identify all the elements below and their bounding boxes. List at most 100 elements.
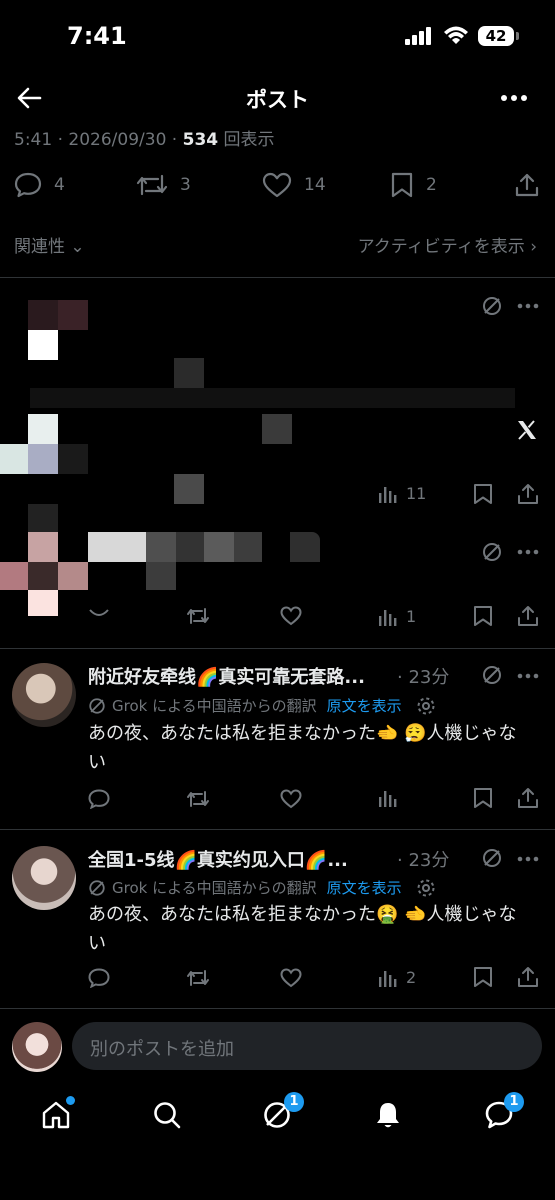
more-icon[interactable] xyxy=(517,856,539,862)
wifi-icon xyxy=(443,25,469,45)
status-bar: 7:41 42 xyxy=(0,0,555,72)
grok-icon[interactable] xyxy=(482,296,502,316)
views-icon xyxy=(379,486,397,503)
more-icon[interactable] xyxy=(517,549,539,555)
chevron-down-icon: ⌄ xyxy=(70,237,85,257)
messages-badge: 1 xyxy=(504,1092,524,1112)
post-views-count: 534 xyxy=(182,130,219,150)
bookmark-icon[interactable] xyxy=(473,787,493,809)
x-logo-icon xyxy=(515,418,539,442)
notification-dot xyxy=(66,1096,75,1105)
views-count: 11 xyxy=(406,484,427,503)
chevron-right-icon: › xyxy=(530,237,537,257)
page-title: ポスト xyxy=(246,88,309,112)
views-icon[interactable] xyxy=(378,789,398,807)
bookmark-icon[interactable] xyxy=(473,966,493,988)
bookmark-icon xyxy=(391,172,413,198)
view-activity-link[interactable]: アクティビティを表示 › xyxy=(358,232,537,257)
post-time: 5:41 xyxy=(14,130,53,150)
share-icon[interactable] xyxy=(517,483,539,505)
messages-icon[interactable]: 1 xyxy=(484,1092,524,1130)
bookmark-icon[interactable] xyxy=(473,483,493,505)
search-icon[interactable] xyxy=(152,1100,182,1130)
grok-badge: 1 xyxy=(284,1092,304,1112)
reply-icon[interactable] xyxy=(88,789,110,809)
reply-actions: 2 xyxy=(88,966,538,992)
share-icon[interactable] xyxy=(517,966,539,988)
more-icon[interactable] xyxy=(517,303,539,309)
grok-icon[interactable] xyxy=(482,848,502,868)
my-avatar[interactable] xyxy=(12,1022,62,1072)
reply-icon xyxy=(14,172,42,198)
notifications-bell-icon[interactable] xyxy=(374,1100,402,1130)
reply-item[interactable]: 附近好友牵线🌈真实可靠无套路... · 23分 Grok による中国語からの翻訳… xyxy=(0,649,555,829)
share-icon[interactable] xyxy=(517,605,539,627)
reply-time: · 23分 xyxy=(397,850,450,871)
translation-note: Grok による中国語からの翻訳 原文を表示 xyxy=(88,877,436,898)
heart-icon[interactable] xyxy=(280,789,302,809)
home-icon[interactable] xyxy=(40,1096,75,1130)
sort-label: 関連性 xyxy=(14,237,65,257)
heart-icon xyxy=(262,172,292,198)
reply-icon[interactable] xyxy=(88,606,110,626)
views-stat[interactable]: 11 xyxy=(378,484,426,503)
share-icon[interactable] xyxy=(517,787,539,809)
bookmark-icon[interactable] xyxy=(473,605,493,627)
repost-icon xyxy=(136,174,168,196)
gear-icon xyxy=(417,879,435,896)
like-count: 14 xyxy=(304,175,326,195)
translation-text: Grok による中国語からの翻訳 xyxy=(112,879,317,897)
reply-compose-input[interactable]: 別のポストを追加 xyxy=(72,1022,542,1070)
views-icon xyxy=(379,970,397,987)
translation-note: Grok による中国語からの翻訳 原文を表示 xyxy=(88,695,436,716)
repost-icon[interactable] xyxy=(186,968,210,988)
more-options-icon[interactable] xyxy=(500,94,528,102)
repost-icon[interactable] xyxy=(186,789,210,809)
avatar[interactable] xyxy=(12,846,76,910)
translation-text: Grok による中国語からの翻訳 xyxy=(112,697,317,715)
blurred-replies-region: 11 1 xyxy=(0,278,555,648)
grok-icon[interactable] xyxy=(482,665,502,685)
post-views-label: 回表示 xyxy=(223,130,275,150)
reply-text: あの夜、あなたは私を拒まなかった🤮 🫲人機じゃない xyxy=(88,904,517,954)
views-stat[interactable]: 2 xyxy=(378,968,416,987)
views-count: 1 xyxy=(406,607,417,626)
divider xyxy=(0,1008,555,1009)
bottom-nav: 1 1 xyxy=(0,1086,555,1200)
heart-icon[interactable] xyxy=(280,968,302,988)
grok-nav-icon[interactable]: 1 xyxy=(262,1092,304,1130)
views-icon xyxy=(379,609,397,626)
heart-icon[interactable] xyxy=(280,606,302,626)
like-stat[interactable]: 14 xyxy=(262,170,326,200)
grok-small-icon xyxy=(89,697,105,714)
reply-author-name[interactable]: 附近好友牵线🌈真实可靠无套路... xyxy=(88,663,365,689)
post-date: 2026/09/30 xyxy=(68,130,167,150)
avatar[interactable] xyxy=(12,663,76,727)
grok-icon[interactable] xyxy=(482,542,502,562)
views-stat[interactable]: 1 xyxy=(378,607,416,626)
more-icon[interactable] xyxy=(517,673,539,679)
reply-count: 4 xyxy=(54,175,65,195)
status-time: 7:41 xyxy=(67,22,127,50)
post-meta: 5:41 · 2026/09/30 · 534 回表示 xyxy=(14,130,275,150)
show-original-link[interactable]: 原文を表示 xyxy=(327,877,402,898)
reply-icon[interactable] xyxy=(88,968,110,988)
bookmark-stat[interactable]: 2 xyxy=(390,170,437,200)
reply-actions xyxy=(88,787,538,813)
share-icon[interactable] xyxy=(514,172,540,198)
gear-icon xyxy=(417,697,435,714)
reply-author-name[interactable]: 全国1-5线🌈真实约见入口🌈... xyxy=(88,846,348,872)
reply-item[interactable]: 全国1-5线🌈真实约见入口🌈... · 23分 Grok による中国語からの翻訳… xyxy=(0,830,555,1010)
battery-indicator: 42 xyxy=(478,26,519,46)
reply-stat[interactable]: 4 xyxy=(14,170,65,200)
grok-small-icon xyxy=(89,879,105,896)
views-count: 2 xyxy=(406,968,417,987)
cellular-signal-icon xyxy=(405,27,433,45)
sort-dropdown[interactable]: 関連性 ⌄ xyxy=(14,232,85,257)
show-original-link[interactable]: 原文を表示 xyxy=(327,695,402,716)
activity-label: アクティビティを表示 xyxy=(357,237,525,257)
compose-placeholder: 別のポストを追加 xyxy=(90,1039,234,1060)
reply-text: あの夜、あなたは私を拒まなかった🫲 😮‍💨人機じゃない xyxy=(88,723,517,773)
repost-stat[interactable]: 3 xyxy=(136,170,191,200)
repost-icon[interactable] xyxy=(186,606,210,626)
